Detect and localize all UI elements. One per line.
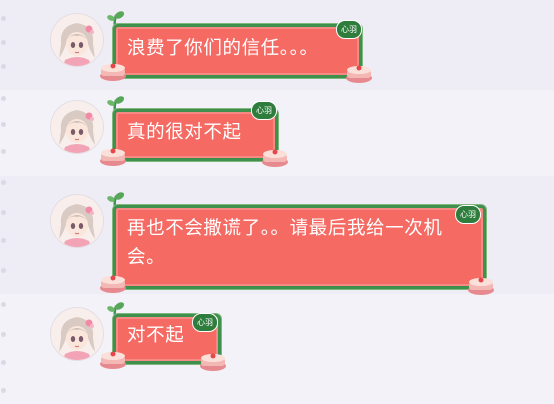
anime-girl-avatar-icon[interactable] — [51, 101, 103, 153]
strawberry-cake-icon — [262, 149, 288, 167]
message-text-3: 再也不会撒谎了。。请最后我给一次机会。 — [127, 218, 443, 268]
strawberry-cake-icon — [100, 148, 126, 166]
badge-label-2: 心羽 — [251, 101, 277, 120]
strawberry-cake-icon — [100, 351, 126, 369]
anime-girl-avatar-icon[interactable] — [51, 195, 103, 247]
message-text-2: 真的很对不起 — [127, 122, 242, 143]
message-text-1: 浪费了你们的信任。。。 — [127, 38, 319, 59]
badge-label-3: 心羽 — [455, 205, 481, 224]
strawberry-cake-icon — [468, 277, 494, 295]
strawberry-cake-icon — [346, 65, 372, 83]
badge-label-1: 心羽 — [336, 20, 362, 39]
strawberry-cake-icon — [100, 63, 126, 81]
anime-girl-avatar-icon[interactable] — [51, 14, 103, 66]
anime-girl-avatar-icon[interactable] — [51, 308, 103, 360]
badge-label-4: 心羽 — [192, 313, 218, 332]
chat-window: 浪费了你们的信任。。。 心羽 真的很对不起 心羽 再也不会撒谎了。。请最后我给一… — [0, 0, 554, 404]
strawberry-cake-icon — [200, 353, 226, 371]
strawberry-cake-icon — [100, 275, 126, 293]
